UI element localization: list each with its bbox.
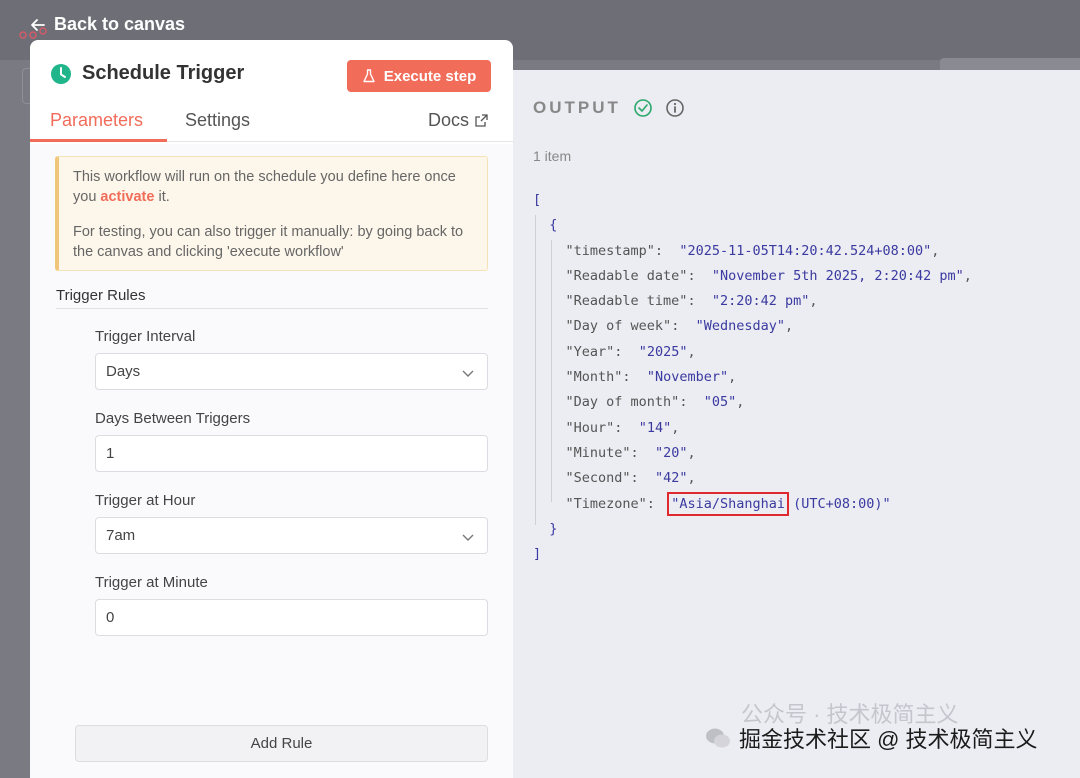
back-to-canvas-link[interactable]: Back to canvas — [30, 14, 185, 35]
json-row: "timestamp": "2025-11-05T14:20:42.524+08… — [565, 242, 940, 259]
json-row-timezone: "Timezone": "Asia/Shanghai (UTC+08:00)" — [565, 491, 891, 516]
parameters-content: This workflow will run on the schedule y… — [30, 144, 513, 778]
json-entries: "timestamp": "2025-11-05T14:20:42.524+08… — [533, 239, 972, 492]
json-value: "Wednesday" — [695, 318, 785, 335]
chevron-down-icon — [462, 370, 474, 377]
json-key: "timestamp" — [565, 242, 655, 259]
trigger-minute-label: Trigger at Minute — [95, 574, 208, 591]
json-value: "November" — [646, 369, 729, 386]
json-row: "Hour": "14", — [565, 419, 680, 436]
json-value: "2025-11-05T14:20:42.524+08:00" — [679, 242, 932, 259]
json-output: [ { "timestamp": "2025-11-05T14:20:42.52… — [533, 188, 972, 567]
trigger-hour-label: Trigger at Hour — [95, 492, 196, 509]
json-value: "2025" — [638, 343, 688, 360]
node-parameters-panel: Schedule Trigger Execute step Parameters… — [30, 40, 513, 778]
json-value: "2:20:42 pm" — [711, 293, 810, 310]
watermark-faint: 公众号 · 技术极简主义 — [741, 702, 959, 727]
activate-link[interactable]: activate — [100, 189, 154, 205]
trigger-hour-value: 7am — [106, 527, 136, 544]
json-open-bracket: [ — [533, 192, 542, 208]
docs-label: Docs — [428, 110, 470, 130]
json-open-brace: { — [549, 217, 558, 234]
json-row: "Month": "November", — [565, 369, 737, 386]
flask-icon — [363, 69, 375, 83]
json-row: "Day of week": "Wednesday", — [565, 318, 794, 335]
section-divider — [56, 308, 488, 309]
arrow-left-icon — [31, 18, 45, 31]
active-tab-indicator — [30, 139, 167, 142]
trigger-interval-label: Trigger Interval — [95, 328, 196, 345]
schedule-notice: This workflow will run on the schedule y… — [55, 156, 488, 271]
json-value: "14" — [638, 419, 672, 436]
json-row: "Second": "42", — [565, 470, 696, 487]
json-row: "Year": "2025", — [565, 343, 696, 360]
trigger-interval-select[interactable]: Days — [95, 353, 488, 390]
docs-link[interactable]: Docs — [428, 110, 488, 131]
panel-header: Schedule Trigger Execute step Parameters… — [30, 40, 513, 142]
output-panel: OUTPUT 1 item [ { "timestamp": "2025-11-… — [513, 70, 1080, 778]
trigger-rules-title: Trigger Rules — [56, 287, 146, 304]
json-close-brace: } — [549, 520, 558, 537]
json-value: "20" — [654, 444, 688, 461]
external-link-icon — [475, 114, 488, 127]
clock-icon — [51, 63, 71, 84]
back-label: Back to canvas — [54, 14, 186, 34]
timezone-highlight: "Asia/Shanghai — [667, 491, 789, 516]
output-title: OUTPUT — [533, 98, 621, 117]
json-row: "Day of month": "05", — [565, 394, 745, 411]
trigger-hour-select[interactable]: 7am — [95, 517, 488, 554]
json-row: "Readable time": "2:20:42 pm", — [565, 293, 818, 310]
json-key: "Readable date" — [565, 267, 688, 284]
json-key: "Hour" — [565, 419, 615, 436]
canvas-panel-edge — [940, 58, 1080, 70]
execute-step-button[interactable]: Execute step — [347, 60, 491, 92]
json-key: "Minute" — [565, 444, 631, 461]
trigger-minute-input[interactable]: 0 — [95, 599, 488, 636]
days-between-triggers-value: 1 — [106, 445, 115, 462]
json-key: "Year" — [565, 343, 615, 360]
wechat-icon — [706, 728, 730, 748]
item-count: 1 item — [533, 148, 572, 164]
json-value: "November 5th 2025, 2:20:42 pm" — [711, 267, 964, 284]
json-close-bracket: ] — [533, 546, 542, 563]
json-key: "Second" — [565, 470, 631, 487]
execute-step-label: Execute step — [383, 67, 477, 85]
json-row: "Readable date": "November 5th 2025, 2:2… — [565, 267, 972, 284]
chevron-down-icon — [462, 534, 474, 541]
tab-settings[interactable]: Settings — [185, 110, 250, 131]
trigger-minute-value: 0 — [106, 609, 115, 626]
json-key: "Day of month" — [565, 394, 680, 411]
panel-tabs: Parameters Settings Docs — [30, 102, 513, 142]
info-icon[interactable] — [665, 98, 685, 118]
trigger-interval-value: Days — [106, 363, 141, 380]
watermark: 公众号 · 技术极简主义 掘金技术社区 @ 技术极简主义 — [705, 702, 1038, 754]
notice-activate-text: This workflow will run on the schedule y… — [73, 169, 456, 205]
json-value: "42" — [654, 470, 688, 487]
json-row: "Minute": "20", — [565, 444, 696, 461]
days-between-triggers-label: Days Between Triggers — [95, 410, 251, 427]
tab-parameters[interactable]: Parameters — [50, 110, 143, 131]
add-rule-button[interactable]: Add Rule — [75, 725, 488, 762]
json-key: "Readable time" — [565, 293, 688, 310]
days-between-triggers-input[interactable]: 1 — [95, 435, 488, 472]
json-key: "Month" — [565, 369, 623, 386]
json-key: "Day of week" — [565, 318, 672, 335]
json-value: "05" — [703, 394, 737, 411]
notice-testing-text: For testing, you can also trigger it man… — [73, 224, 464, 260]
node-title: Schedule Trigger — [82, 62, 245, 84]
check-circle-icon — [634, 99, 652, 117]
